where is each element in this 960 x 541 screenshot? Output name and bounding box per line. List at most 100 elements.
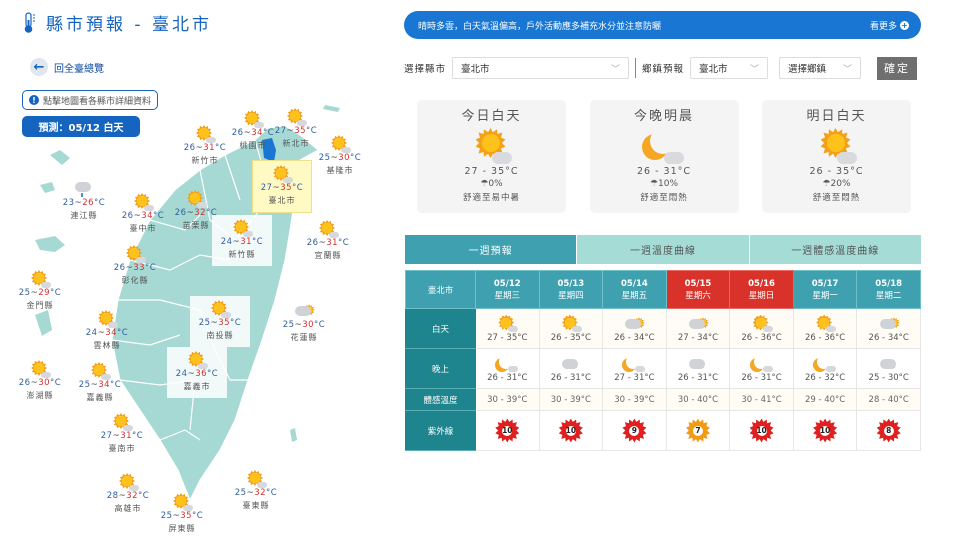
forecast-card: 明日白天 26 - 35°C ☂20% 舒適至悶熱	[762, 100, 911, 213]
cloud-icon	[664, 152, 684, 164]
cloud-icon	[879, 358, 896, 369]
week-forecast-table: 臺北市 05/12 星期三 05/13 星期四 05/14 星期五 05/15 星期六 05/1…	[405, 270, 921, 451]
county-select[interactable]: 臺北市 ﹀	[452, 57, 630, 79]
map-location[interactable]: 26~31°C 新竹市	[175, 125, 235, 166]
cloud-icon	[144, 205, 154, 211]
hint-text: 點擊地圖看各縣市詳細資料	[43, 96, 152, 107]
map-location[interactable]: 25~32°C 臺東縣	[226, 470, 286, 511]
tab-week-feels-like-curve[interactable]: 一週體感溫度曲線	[748, 235, 921, 264]
county-select-label: 選擇縣市	[404, 64, 447, 75]
weather-icon	[751, 355, 773, 372]
card-title: 明日白天	[806, 109, 867, 124]
row-label-uv: 紫外線	[405, 410, 476, 451]
location-temp: 25~30°C	[318, 153, 362, 163]
confirm-button[interactable]: 確定	[877, 56, 918, 80]
cloud-icon	[561, 358, 578, 369]
map-location[interactable]: 28~32°C 高雄市	[98, 473, 158, 514]
weather-icon	[73, 180, 95, 198]
map-location[interactable]: 25~35°C 南投縣	[190, 296, 250, 347]
banner-text: 晴時多雲，白天氣溫偏高，戶外活動應多補充水分並注意防曬	[418, 21, 662, 32]
day-forecast-cell: 27 - 34°C	[665, 308, 731, 349]
forecast-cards: 今日白天 27 - 35°C ☂0% 舒適至易中暑 今晚明晨 26 - 31°C …	[417, 100, 911, 213]
row-label-day: 白天	[405, 308, 476, 349]
uv-cell: 9	[602, 410, 667, 451]
cloud-icon	[283, 177, 293, 183]
town-select[interactable]: 選擇鄉鎮 ﹀	[779, 57, 862, 79]
cloud-icon	[688, 358, 705, 369]
weather-icon	[209, 300, 231, 318]
map-location[interactable]: 26~30°C 澎湖縣	[10, 360, 70, 401]
card-rain: ☂0%	[480, 179, 503, 189]
map-location[interactable]: 24~36°C 嘉義市	[167, 347, 227, 398]
location-temp: 26~31°C	[183, 143, 227, 153]
table-row-feels-like: 體感溫度 30 - 39°C 30 - 39°C 30 - 39°C 30 - 40°…	[405, 388, 921, 411]
cloud-icon	[221, 312, 231, 318]
uv-cell: 10	[792, 410, 858, 451]
feels-like-cell: 30 - 39°C	[538, 388, 604, 411]
weather-icon	[560, 315, 582, 332]
uv-cell: 8	[856, 410, 921, 451]
weather-icon	[245, 470, 267, 488]
location-temp: 25~34°C	[78, 380, 122, 390]
weather-icon	[687, 355, 709, 372]
forecast-card: 今晚明晨 26 - 31°C ☂10% 舒適至悶熱	[589, 100, 739, 213]
day-forecast-cell: 26 - 35°C	[538, 308, 604, 349]
map-location[interactable]: 26~33°C 彰化縣	[105, 245, 165, 286]
cloud-icon	[197, 202, 207, 208]
map-hint: ! 點擊地圖看各縣市詳細資料	[22, 90, 159, 110]
cloud-icon	[688, 318, 705, 329]
weather-icon	[642, 128, 686, 164]
card-title: 今日白天	[461, 109, 522, 124]
card-temperature: 26 - 35°C	[809, 166, 864, 177]
map-location[interactable]: 27~35°C 臺北市	[252, 160, 312, 213]
town-county-select[interactable]: 臺北市 ﹀	[690, 57, 769, 79]
uv-cell: 10	[475, 410, 540, 451]
weather-icon	[117, 473, 139, 491]
map-location[interactable]: 26~31°C 宜蘭縣	[298, 220, 358, 261]
location-temp: 23~26°C	[62, 198, 106, 208]
location-temp: 26~31°C	[306, 238, 350, 248]
chevron-down-icon: ﹀	[750, 64, 760, 75]
location-name: 基隆市	[326, 166, 354, 175]
day-header: 05/17 星期一	[792, 270, 858, 309]
day-header: 05/18 星期二	[856, 270, 921, 309]
card-rain: ☂20%	[822, 179, 851, 189]
back-to-overview-link[interactable]: ← 回全臺總覽	[30, 58, 104, 76]
day-header: 05/16 星期日	[729, 270, 794, 309]
cloud-icon	[183, 505, 193, 511]
map-location[interactable]: 25~34°C 嘉義縣	[70, 362, 130, 403]
map-location[interactable]: 26~34°C 臺中市	[113, 193, 173, 234]
info-icon: !	[29, 95, 39, 105]
night-forecast-cell: 26 - 31°C	[665, 348, 731, 389]
feels-like-cell: 30 - 39°C	[602, 388, 667, 411]
location-name: 臺南市	[108, 444, 136, 453]
cloud-icon	[508, 365, 519, 372]
table-city-header: 臺北市	[405, 270, 476, 309]
cloud-icon	[879, 318, 896, 329]
forecast-card: 今日白天 27 - 35°C ☂0% 舒適至易中暑	[417, 100, 566, 213]
weather-icon	[878, 315, 900, 332]
tab-week-temperature-curve[interactable]: 一週溫度曲線	[576, 235, 749, 264]
map-location[interactable]: 24~34°C 雲林縣	[77, 310, 137, 351]
weather-icon	[623, 315, 645, 332]
tab-week-forecast[interactable]: 一週預報	[405, 235, 577, 264]
weather-icon	[878, 355, 900, 372]
cloud-icon	[108, 322, 118, 328]
map-location[interactable]: 25~29°C 金門縣	[10, 270, 70, 311]
map-location[interactable]: 25~30°C 花蓮縣	[274, 302, 334, 343]
feels-like-cell: 29 - 40°C	[792, 388, 858, 411]
location-temp: 24~34°C	[85, 328, 129, 338]
cloud-icon	[254, 122, 264, 128]
card-temperature: 26 - 31°C	[636, 166, 692, 177]
day-forecast-cell: 27 - 35°C	[475, 308, 540, 349]
weather-icon	[194, 125, 216, 143]
see-more-link[interactable]: 看更多 +	[870, 19, 909, 32]
map-location[interactable]: 24~31°C 新竹縣	[212, 215, 272, 266]
map-location[interactable]: 23~26°C 連江縣	[54, 180, 114, 221]
location-temp: 26~34°C	[121, 211, 165, 221]
map-location[interactable]: 27~31°C 臺南市	[92, 413, 152, 454]
map-location[interactable]: 25~30°C 基隆市	[310, 135, 370, 176]
cloud-icon	[257, 482, 267, 488]
uv-index-icon: 9	[622, 419, 646, 443]
map-location[interactable]: 25~35°C 屏東縣	[152, 493, 212, 534]
